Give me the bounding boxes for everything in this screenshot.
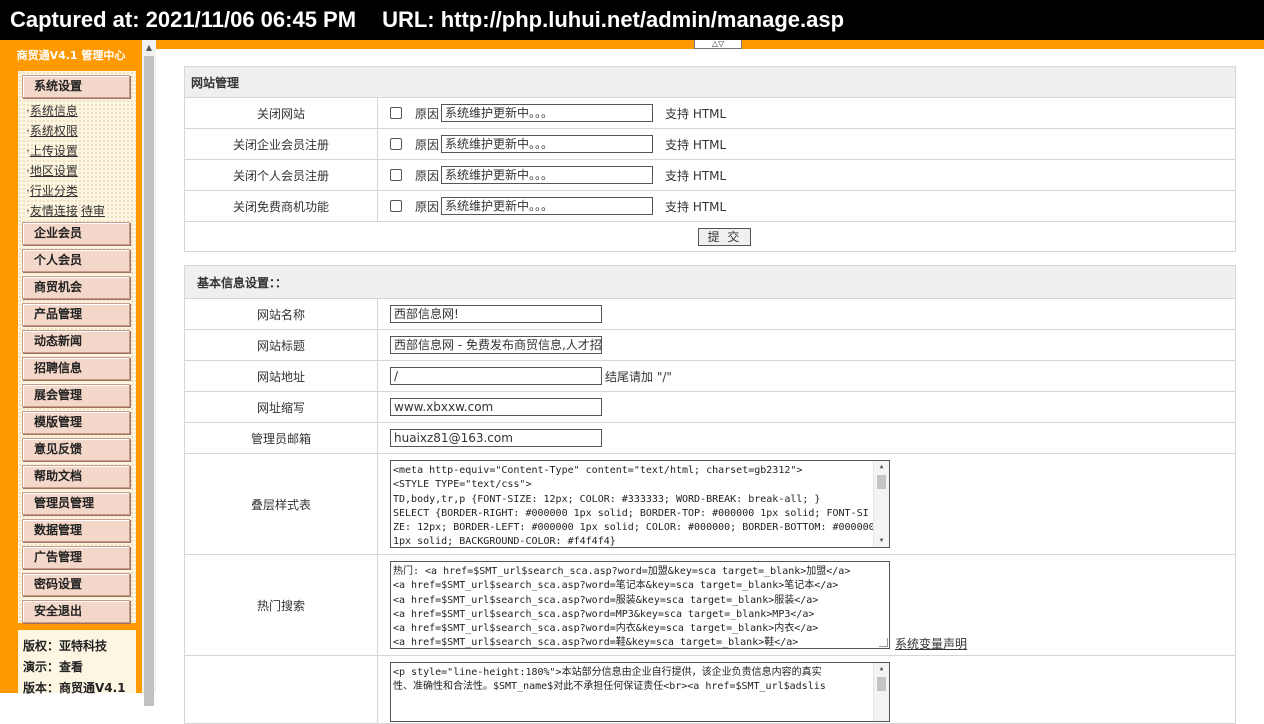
menu-news[interactable]: 动态新闻 — [22, 330, 130, 353]
menu-personal-members[interactable]: 个人会员 — [22, 249, 130, 272]
menu-enterprise-members[interactable]: 企业会员 — [22, 222, 130, 245]
menu-feedback[interactable]: 意见反馈 — [22, 438, 130, 461]
sidebar-scrollbar[interactable]: ▲ — [142, 40, 156, 706]
menu-safe-logout[interactable]: 安全退出 — [22, 600, 130, 623]
row-site-abbr: www.xbxxw.com — [377, 391, 1236, 423]
sidebar-link-region-settings[interactable]: ·地区设置 — [26, 163, 78, 179]
menu-admin-management[interactable]: 管理员管理 — [22, 492, 130, 515]
chevron-up-down-icon[interactable]: △▽ — [694, 40, 742, 49]
row-hot-search: 热门: <a href=$SMT_url$search_sca.asp?word… — [377, 554, 1236, 656]
info-demo: 演示：查看 — [23, 660, 84, 674]
menu-trade-opportunities[interactable]: 商贸机会 — [22, 276, 130, 299]
site-title-input[interactable]: 西部信息网 - 免费发布商贸信息,人才招聘 — [390, 336, 602, 354]
close-site-checkbox[interactable] — [390, 107, 402, 119]
label-site-url: 网站地址 — [184, 360, 378, 392]
sidebar-link-industry-categories[interactable]: ·行业分类 — [26, 183, 78, 199]
scrollbar-thumb[interactable] — [144, 56, 154, 706]
scroll-down-icon[interactable]: ▼ — [874, 535, 889, 547]
site-name-input[interactable]: 西部信息网! — [390, 305, 602, 323]
label-site-title: 网站标题 — [184, 329, 378, 361]
menu-product-management[interactable]: 产品管理 — [22, 303, 130, 326]
label-site-abbr: 网址缩写 — [184, 391, 378, 423]
scroll-up-icon[interactable]: ▲ — [142, 42, 156, 54]
sidebar-link-upload-settings[interactable]: ·上传设置 — [26, 143, 78, 159]
scrollbar-thumb[interactable] — [877, 475, 886, 489]
label-footer — [184, 655, 378, 724]
sidebar-title: 商贸通V4.1 管理中心 — [16, 49, 126, 62]
site-manage-table: 网站管理 关闭网站 原因 系统维护更新中。。。 支持 HTML 关闭企业会员注册 原… — [184, 66, 1236, 252]
row-footer: <p style="line-height:180%">本站部分信息由企业自行提… — [377, 655, 1236, 724]
system-variables-link[interactable]: 系统变量声明 — [895, 635, 967, 652]
admin-email-input[interactable]: huaixz81@163.com — [390, 429, 602, 447]
main-content: 网站管理 关闭网站 原因 系统维护更新中。。。 支持 HTML 关闭企业会员注册 原… — [156, 49, 1264, 724]
css-textarea[interactable]: <meta http-equiv="Content-Type" content=… — [390, 460, 890, 548]
close-free-trade-reason-input[interactable]: 系统维护更新中。。。 — [441, 197, 654, 215]
sidebar-menu: 系统设置 ·系统信息 ·系统权限 ·上传设置 ·地区设置 ·行业分类 ·友情连接… — [18, 71, 136, 623]
scroll-up-icon[interactable]: ▲ — [874, 663, 889, 675]
capture-time: Captured at: 2021/11/06 06:45 PM — [10, 7, 357, 32]
basic-info-header: 基本信息设置：： — [184, 265, 1236, 299]
sidebar: 商贸通V4.1 管理中心 系统设置 ·系统信息 ·系统权限 ·上传设置 ·地区设… — [0, 40, 142, 695]
submit-button[interactable]: 提 交 — [697, 227, 752, 246]
submit-row: 提 交 — [184, 221, 1236, 252]
site-abbr-input[interactable]: www.xbxxw.com — [390, 398, 602, 416]
top-frame-strip — [0, 40, 1264, 49]
menu-password-settings[interactable]: 密码设置 — [22, 573, 130, 596]
close-personal-register-checkbox[interactable] — [390, 169, 402, 181]
menu-templates[interactable]: 模版管理 — [22, 411, 130, 434]
menu-help-docs[interactable]: 帮助文档 — [22, 465, 130, 488]
menu-exhibitions[interactable]: 展会管理 — [22, 384, 130, 407]
sidebar-link-friend-links[interactable]: ·友情连接 待审 — [26, 203, 105, 219]
label-site-name: 网站名称 — [184, 298, 378, 330]
basic-info-table: 基本信息设置：： 网站名称 西部信息网! 网站标题 西部信息网 - 免费发布商贸… — [184, 265, 1236, 724]
row-site-url: / 结尾请加 "/" — [377, 360, 1236, 392]
row-css: <meta http-equiv="Content-Type" content=… — [377, 453, 1236, 555]
site-manage-header: 网站管理 — [184, 66, 1236, 98]
label-close-personal-register: 关闭个人会员注册 — [184, 159, 378, 191]
close-enterprise-register-reason-input[interactable]: 系统维护更新中。。。 — [441, 135, 654, 153]
menu-recruitment[interactable]: 招聘信息 — [22, 357, 130, 380]
row-close-site: 原因 系统维护更新中。。。 支持 HTML — [377, 97, 1236, 129]
hot-search-textarea[interactable]: 热门: <a href=$SMT_url$search_sca.asp?word… — [390, 561, 890, 649]
row-site-name: 西部信息网! — [377, 298, 1236, 330]
row-close-free-trade: 原因 系统维护更新中。。。 支持 HTML — [377, 190, 1236, 222]
resize-grip-icon[interactable] — [879, 638, 888, 647]
info-copyright: 版权：亚特科技 — [23, 639, 108, 653]
row-admin-email: huaixz81@163.com — [377, 422, 1236, 454]
row-site-title: 西部信息网 - 免费发布商贸信息,人才招聘 — [377, 329, 1236, 361]
close-site-reason-input[interactable]: 系统维护更新中。。。 — [441, 104, 654, 122]
menu-data-management[interactable]: 数据管理 — [22, 519, 130, 542]
capture-url: URL: http://php.luhui.net/admin/manage.a… — [382, 7, 845, 32]
menu-ad-management[interactable]: 广告管理 — [22, 546, 130, 569]
menu-system-settings[interactable]: 系统设置 — [22, 75, 130, 98]
label-close-enterprise-register: 关闭企业会员注册 — [184, 128, 378, 160]
sidebar-link-system-info[interactable]: ·系统信息 — [26, 103, 78, 119]
label-close-free-trade: 关闭免费商机功能 — [184, 190, 378, 222]
label-admin-email: 管理员邮箱 — [184, 422, 378, 454]
close-enterprise-register-checkbox[interactable] — [390, 138, 402, 150]
css-textarea-scrollbar[interactable]: ▲ ▼ — [873, 461, 889, 547]
sidebar-link-pending[interactable]: 待审 — [81, 204, 105, 218]
sidebar-info-box: 版权：亚特科技 演示：查看 版本：商贸通V4.1 — [18, 630, 136, 695]
site-url-input[interactable]: / — [390, 367, 602, 385]
capture-banner: Captured at: 2021/11/06 06:45 PM URL: htt… — [0, 0, 1264, 40]
close-free-trade-checkbox[interactable] — [390, 200, 402, 212]
row-close-enterprise-register: 原因 系统维护更新中。。。 支持 HTML — [377, 128, 1236, 160]
close-personal-register-reason-input[interactable]: 系统维护更新中。。。 — [441, 166, 654, 184]
scroll-up-icon[interactable]: ▲ — [874, 461, 889, 473]
row-close-personal-register: 原因 系统维护更新中。。。 支持 HTML — [377, 159, 1236, 191]
label-css: 叠层样式表 — [184, 453, 378, 555]
site-url-note: 结尾请加 "/" — [605, 369, 672, 384]
footer-textarea-scrollbar[interactable]: ▲ — [873, 663, 889, 721]
label-hot-search: 热门搜索 — [184, 554, 378, 656]
label-close-site: 关闭网站 — [184, 97, 378, 129]
footer-textarea[interactable]: <p style="line-height:180%">本站部分信息由企业自行提… — [390, 662, 890, 722]
scrollbar-thumb[interactable] — [877, 677, 886, 691]
sidebar-link-system-permissions[interactable]: ·系统权限 — [26, 123, 78, 139]
